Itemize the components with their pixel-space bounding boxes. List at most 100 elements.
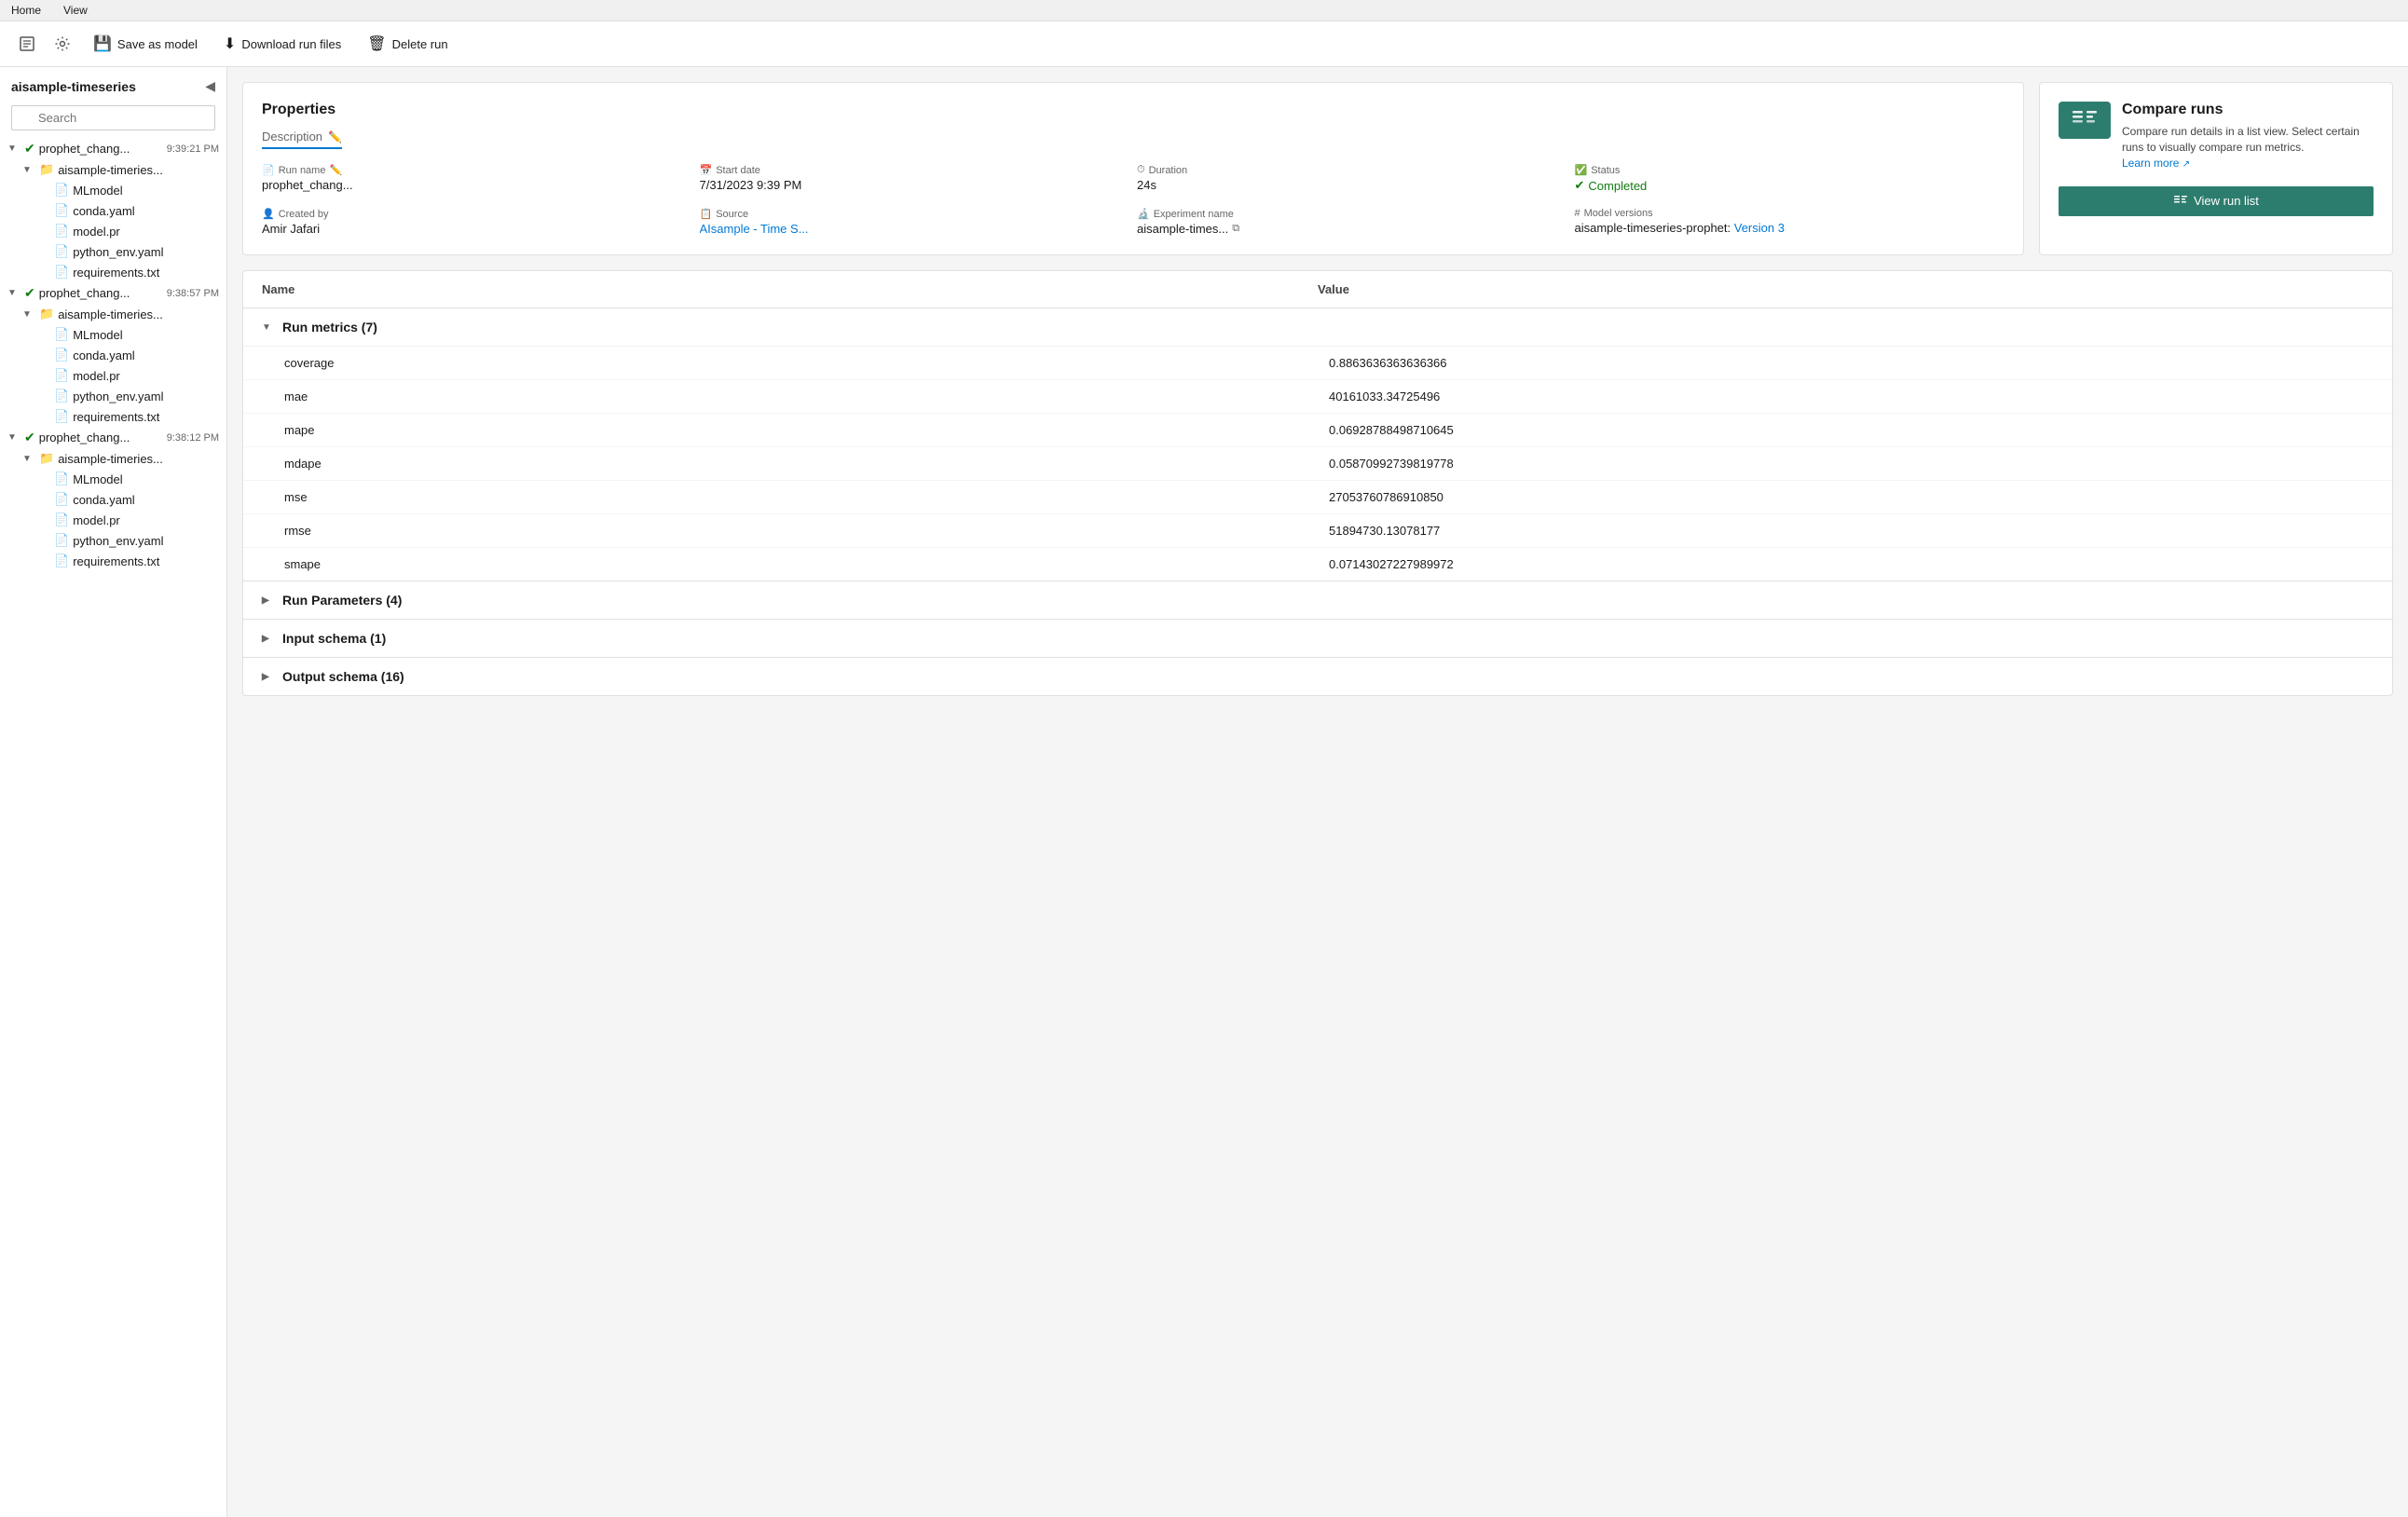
file-pythonenv-3[interactable]: 📄python_env.yaml [30, 530, 226, 551]
search-input[interactable] [11, 105, 215, 130]
icon-btn-1[interactable] [11, 30, 43, 58]
save-model-button[interactable]: 💾 Save as model [82, 29, 209, 59]
metric-name-mse: mse [284, 490, 1329, 504]
sidebar-search-area [0, 102, 226, 138]
compare-header: Compare runs Compare run details in a li… [2059, 102, 2374, 171]
input-schema-section[interactable]: ▶ Input schema (1) [243, 619, 2392, 657]
name-column-header: Name [262, 282, 1318, 296]
prop-duration: ⏱ Duration 24s [1137, 164, 1567, 193]
run-parameters-section[interactable]: ▶ Run Parameters (4) [243, 581, 2392, 619]
file-modelpr-3[interactable]: 📄model.pr [30, 510, 226, 530]
output-schema-section[interactable]: ▶ Output schema (16) [243, 657, 2392, 695]
file-modelpr-1[interactable]: 📄 model.pr [30, 221, 226, 241]
file-requirements-2[interactable]: 📄requirements.txt [30, 406, 226, 427]
input-schema-label: Input schema (1) [282, 631, 386, 646]
run-metrics-group-header[interactable]: ▼ Run metrics (7) [243, 308, 2392, 347]
menu-bar: Home View [0, 0, 2408, 21]
learn-more-link[interactable]: Learn more [2122, 157, 2179, 170]
source-value[interactable]: AIsample - Time S... [700, 222, 1130, 236]
model-versions-value: aisample-timeseries-prophet: Version 3 [1575, 221, 2005, 235]
run-timestamp-1: 9:39:21 PM [167, 144, 219, 155]
status-check-icon: ✔ [24, 430, 35, 445]
view-run-list-button[interactable]: View run list [2059, 186, 2374, 216]
download-run-files-button[interactable]: ⬇ Download run files [212, 29, 352, 59]
file-icon: 📄 [54, 533, 69, 548]
file-requirements-3[interactable]: 📄requirements.txt [30, 551, 226, 571]
toolbar: 💾 Save as model ⬇ Download run files 🗑 D… [0, 21, 2408, 67]
file-conda-3[interactable]: 📄conda.yaml [30, 489, 226, 510]
status-value: ✔ Completed [1575, 178, 2005, 193]
delete-run-button[interactable]: 🗑 Delete run [356, 29, 458, 59]
menu-view[interactable]: View [60, 2, 91, 19]
run-timestamp-2: 9:38:57 PM [167, 288, 219, 299]
folder-icon: 📁 [39, 162, 54, 177]
metric-value-mdape: 0.05870992739819778 [1329, 457, 2374, 471]
chevron-right-icon: ▶ [262, 595, 275, 606]
folder-row-1[interactable]: ▼ 📁 aisample-timeries... [15, 159, 226, 180]
metric-name-mape: mape [284, 423, 1329, 437]
run-item-3: ▼ ✔ prophet_chang... 9:38:12 PM ▼ 📁 aisa… [0, 427, 226, 571]
metric-value-mae: 40161033.34725496 [1329, 390, 2374, 403]
edit-run-name-icon[interactable]: ✏️ [329, 164, 342, 176]
file-conda-2[interactable]: 📄conda.yaml [30, 345, 226, 365]
run-metrics-group: ▼ Run metrics (7) coverage 0.88636363636… [243, 308, 2392, 581]
file-pythonenv-1[interactable]: 📄 python_env.yaml [30, 241, 226, 262]
prop-experiment-name: 🔬 Experiment name aisample-times... ⧉ [1137, 208, 1567, 236]
prop-start-date: 📅 Start date 7/31/2023 9:39 PM [700, 164, 1130, 193]
metric-value-coverage: 0.8863636363636366 [1329, 356, 2374, 370]
file-icon: 📄 [54, 368, 69, 383]
run-label-3: prophet_chang... [39, 430, 159, 444]
file-mlmodel-3[interactable]: 📄MLmodel [30, 469, 226, 489]
run-timestamp-3: 9:38:12 PM [167, 432, 219, 444]
menu-home[interactable]: Home [7, 2, 45, 19]
chevron-down-icon: ▼ [22, 165, 35, 175]
chevron-down-icon: ▼ [262, 322, 275, 333]
download-icon: ⬇ [224, 34, 236, 53]
file-icon: 📄 [54, 244, 69, 259]
delete-icon: 🗑 [367, 34, 386, 53]
sidebar-collapse-button[interactable]: ◀ [205, 78, 215, 94]
file-icon: 📄 [54, 554, 69, 568]
run-row-3[interactable]: ▼ ✔ prophet_chang... 9:38:12 PM [0, 427, 226, 448]
check-icon: ✔ [1575, 178, 1585, 193]
folder-row-3[interactable]: ▼ 📁 aisample-timeries... [15, 448, 226, 469]
folder-row-2[interactable]: ▼ 📁 aisample-timeries... [15, 304, 226, 324]
settings-icon-btn[interactable] [47, 30, 78, 58]
folder-icon: 📁 [39, 307, 54, 321]
sidebar-title: aisample-timeseries [11, 79, 136, 94]
run-name-value: prophet_chang... [262, 178, 692, 192]
run-item-2: ▼ ✔ prophet_chang... 9:38:57 PM ▼ 📁 aisa… [0, 282, 226, 427]
file-conda-1[interactable]: 📄 conda.yaml [30, 200, 226, 221]
doc-icon: 📄 [262, 164, 275, 176]
prop-model-versions: # Model versions aisample-timeseries-pro… [1575, 208, 2005, 236]
run-label-2: prophet_chang... [39, 286, 159, 300]
chevron-right-icon: ▶ [262, 672, 275, 682]
file-pythonenv-2[interactable]: 📄python_env.yaml [30, 386, 226, 406]
metric-row-mae: mae 40161033.34725496 [243, 380, 2392, 414]
file-requirements-1[interactable]: 📄 requirements.txt [30, 262, 226, 282]
run-row-2[interactable]: ▼ ✔ prophet_chang... 9:38:57 PM [0, 282, 226, 304]
prop-status: ✅ Status ✔ Completed [1575, 164, 2005, 193]
external-link-icon: ↗ [2182, 159, 2190, 170]
run-children-2: ▼ 📁 aisample-timeries... 📄MLmodel 📄conda… [0, 304, 226, 427]
model-icon: # [1575, 208, 1580, 219]
metric-name-smape: smape [284, 557, 1329, 571]
model-version-link[interactable]: Version 3 [1734, 221, 1785, 235]
folder-files-3: 📄MLmodel 📄conda.yaml 📄model.pr 📄python_e… [15, 469, 226, 571]
folder-label-3: aisample-timeries... [58, 452, 219, 466]
run-metrics-label: Run metrics (7) [282, 320, 377, 335]
file-modelpr-2[interactable]: 📄model.pr [30, 365, 226, 386]
edit-icon[interactable]: ✏️ [328, 130, 342, 144]
properties-grid-2: 👤 Created by Amir Jafari 📋 Source AIsamp… [262, 208, 2004, 236]
copy-icon[interactable]: ⧉ [1232, 223, 1239, 235]
person-icon: 👤 [262, 208, 275, 220]
chevron-down-icon: ▼ [7, 288, 21, 298]
metric-row-mdape: mdape 0.05870992739819778 [243, 447, 2392, 481]
prop-created-by: 👤 Created by Amir Jafari [262, 208, 692, 236]
file-mlmodel-1[interactable]: 📄 MLmodel [30, 180, 226, 200]
folder-icon: 📁 [39, 451, 54, 466]
file-mlmodel-2[interactable]: 📄MLmodel [30, 324, 226, 345]
run-row-1[interactable]: ▼ ✔ prophet_chang... 9:39:21 PM [0, 138, 226, 159]
clock-icon: ⏱ [1137, 164, 1145, 176]
file-icon: 📄 [54, 389, 69, 403]
